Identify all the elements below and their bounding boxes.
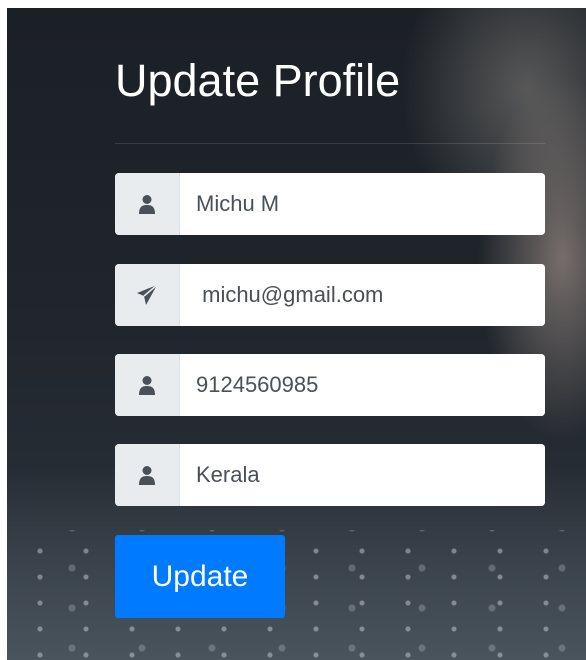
keyboard-lights-decoration <box>7 530 586 660</box>
user-icon <box>115 354 180 416</box>
hero-background: Update Profile Michu M michu@gmail.com 9… <box>7 8 586 660</box>
phone-input[interactable] <box>180 354 545 416</box>
location-field-group <box>115 444 545 506</box>
user-icon <box>115 173 180 235</box>
title-divider <box>115 143 545 144</box>
update-button[interactable]: Update <box>115 535 285 618</box>
location-input[interactable] <box>180 444 545 506</box>
name-field-group <box>115 173 545 235</box>
user-icon <box>115 444 180 506</box>
page-title: Update Profile <box>115 55 401 106</box>
phone-field-group <box>115 354 545 416</box>
email-input[interactable] <box>180 264 545 326</box>
name-input[interactable] <box>180 173 545 235</box>
paper-plane-icon <box>115 264 180 326</box>
email-field-group <box>115 264 545 326</box>
